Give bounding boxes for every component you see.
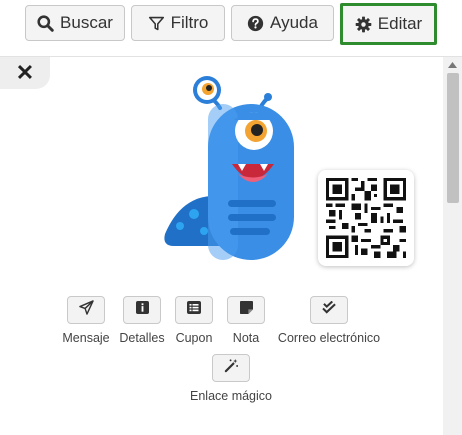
action-details: Detalles xyxy=(118,296,166,345)
mascot-illustration xyxy=(160,76,310,269)
action-coupon: Cupon xyxy=(172,296,216,345)
help-button[interactable]: Ayuda xyxy=(231,5,334,41)
coupon-button[interactable] xyxy=(175,296,213,324)
filter-button[interactable]: Filtro xyxy=(131,5,225,41)
search-icon xyxy=(37,14,54,32)
email-label: Correo electrónico xyxy=(277,331,381,345)
action-message: Mensaje xyxy=(62,296,110,345)
vertical-scrollbar[interactable] xyxy=(443,57,462,435)
close-icon: ✕ xyxy=(15,60,35,85)
close-button[interactable]: ✕ xyxy=(0,57,50,89)
details-button[interactable] xyxy=(123,296,161,324)
magic-link-button[interactable] xyxy=(212,354,250,382)
search-button[interactable]: Buscar xyxy=(25,5,125,41)
magic-link-label: Enlace mágico xyxy=(190,389,272,403)
magic-wand-icon xyxy=(224,358,239,378)
paper-plane-icon xyxy=(78,300,94,320)
info-icon xyxy=(135,301,149,319)
search-button-label: Buscar xyxy=(60,13,113,32)
coupon-label: Cupon xyxy=(175,331,213,345)
qr-code xyxy=(318,170,414,266)
message-label: Mensaje xyxy=(62,331,110,345)
details-label: Detalles xyxy=(119,331,165,345)
scrollbar-thumb[interactable] xyxy=(447,73,459,203)
filter-button-label: Filtro xyxy=(170,13,209,32)
email-button[interactable] xyxy=(310,296,348,324)
action-email: Correo electrónico xyxy=(274,296,384,345)
gear-icon xyxy=(355,16,372,33)
list-icon xyxy=(187,301,201,319)
action-note: Nota xyxy=(224,296,268,345)
message-button[interactable] xyxy=(67,296,105,324)
scroll-up-arrow-icon[interactable] xyxy=(443,59,462,71)
edit-button-label: Editar xyxy=(377,14,423,33)
help-button-label: Ayuda xyxy=(270,13,318,32)
note-button[interactable] xyxy=(227,296,265,324)
filter-icon xyxy=(148,15,165,32)
top-toolbar: Buscar Filtro Ayuda Editar xyxy=(0,0,462,50)
action-magic-link: Enlace mágico xyxy=(178,354,284,403)
question-circle-icon xyxy=(247,15,264,32)
sticky-note-icon xyxy=(239,301,253,319)
note-label: Nota xyxy=(232,331,260,345)
edit-button[interactable]: Editar xyxy=(340,3,437,45)
check-double-icon xyxy=(321,300,337,319)
